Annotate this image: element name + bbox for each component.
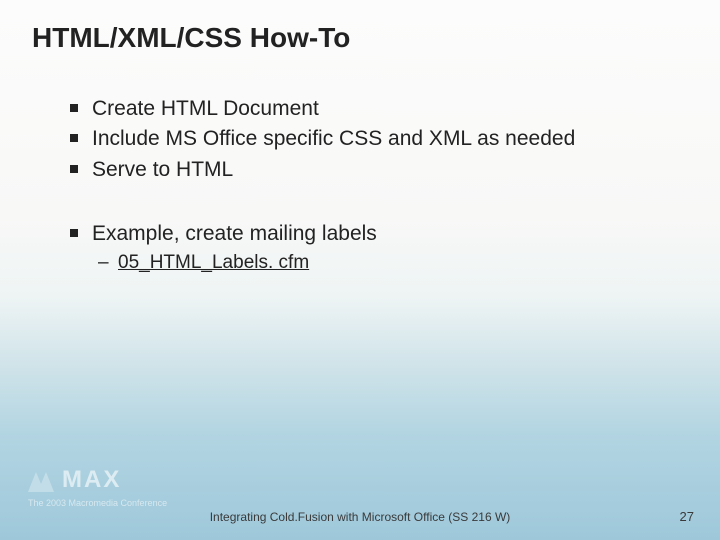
bullet-item: Example, create mailing labels xyxy=(70,220,680,247)
logo: MAX xyxy=(28,466,121,492)
footer-caption: Integrating Cold.Fusion with Microsoft O… xyxy=(0,510,720,524)
footer: MAX The 2003 Macromedia Conference Integ… xyxy=(0,450,720,540)
slide-title: HTML/XML/CSS How-To xyxy=(32,22,350,54)
slide-content: Create HTML Document Include MS Office s… xyxy=(70,95,680,276)
bullet-item: Serve to HTML xyxy=(70,156,680,183)
logo-subtitle: The 2003 Macromedia Conference xyxy=(28,498,167,508)
macromedia-logo-icon xyxy=(28,466,54,492)
sub-bullet-item: 05_HTML_Labels. cfm xyxy=(70,251,680,276)
logo-text: MAX xyxy=(62,468,121,492)
page-number: 27 xyxy=(680,509,694,524)
bullet-item: Include MS Office specific CSS and XML a… xyxy=(70,125,680,152)
bullet-item: Create HTML Document xyxy=(70,95,680,122)
sub-bullet-link: 05_HTML_Labels. cfm xyxy=(118,252,309,273)
